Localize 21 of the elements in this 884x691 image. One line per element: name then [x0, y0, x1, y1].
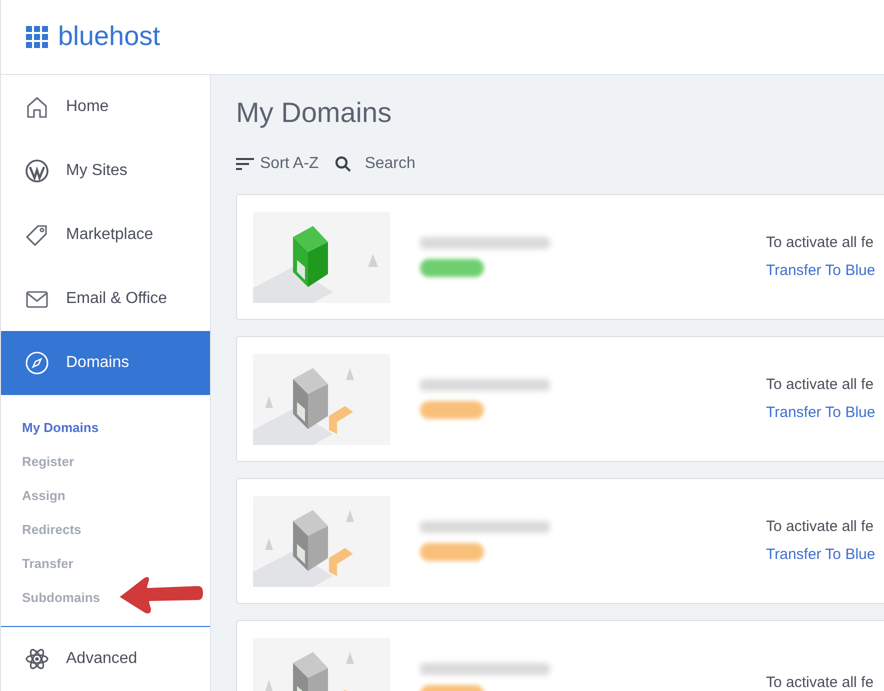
atom-icon [25, 647, 49, 671]
notice-text: To activate all fe [766, 516, 875, 536]
transfer-link[interactable]: Transfer To Blue [766, 402, 876, 424]
search-button[interactable]: Search [334, 152, 416, 176]
notice-text: To activate all fe [766, 232, 875, 252]
compass-icon [25, 351, 49, 375]
submenu-link[interactable]: My Domains [1, 411, 99, 445]
notice-text: To activate all fe [766, 672, 874, 691]
transfer-link[interactable]: Transfer To Blue [766, 544, 876, 566]
page-title: My Domains [236, 97, 393, 129]
sort-icon [236, 157, 254, 171]
sidebar-item[interactable]: Domains [1, 331, 210, 395]
transfer-link[interactable]: Transfer To Blue [766, 260, 876, 282]
wordpress-icon [25, 159, 49, 183]
tag-icon [25, 223, 49, 247]
grid-icon [26, 26, 48, 48]
home-icon [25, 95, 49, 119]
sort-button[interactable]: Sort A-Z [236, 152, 319, 176]
logo-text[interactable]: bluehost [58, 22, 160, 52]
notice-text: To activate all fe [766, 374, 875, 394]
search-icon [334, 156, 351, 172]
